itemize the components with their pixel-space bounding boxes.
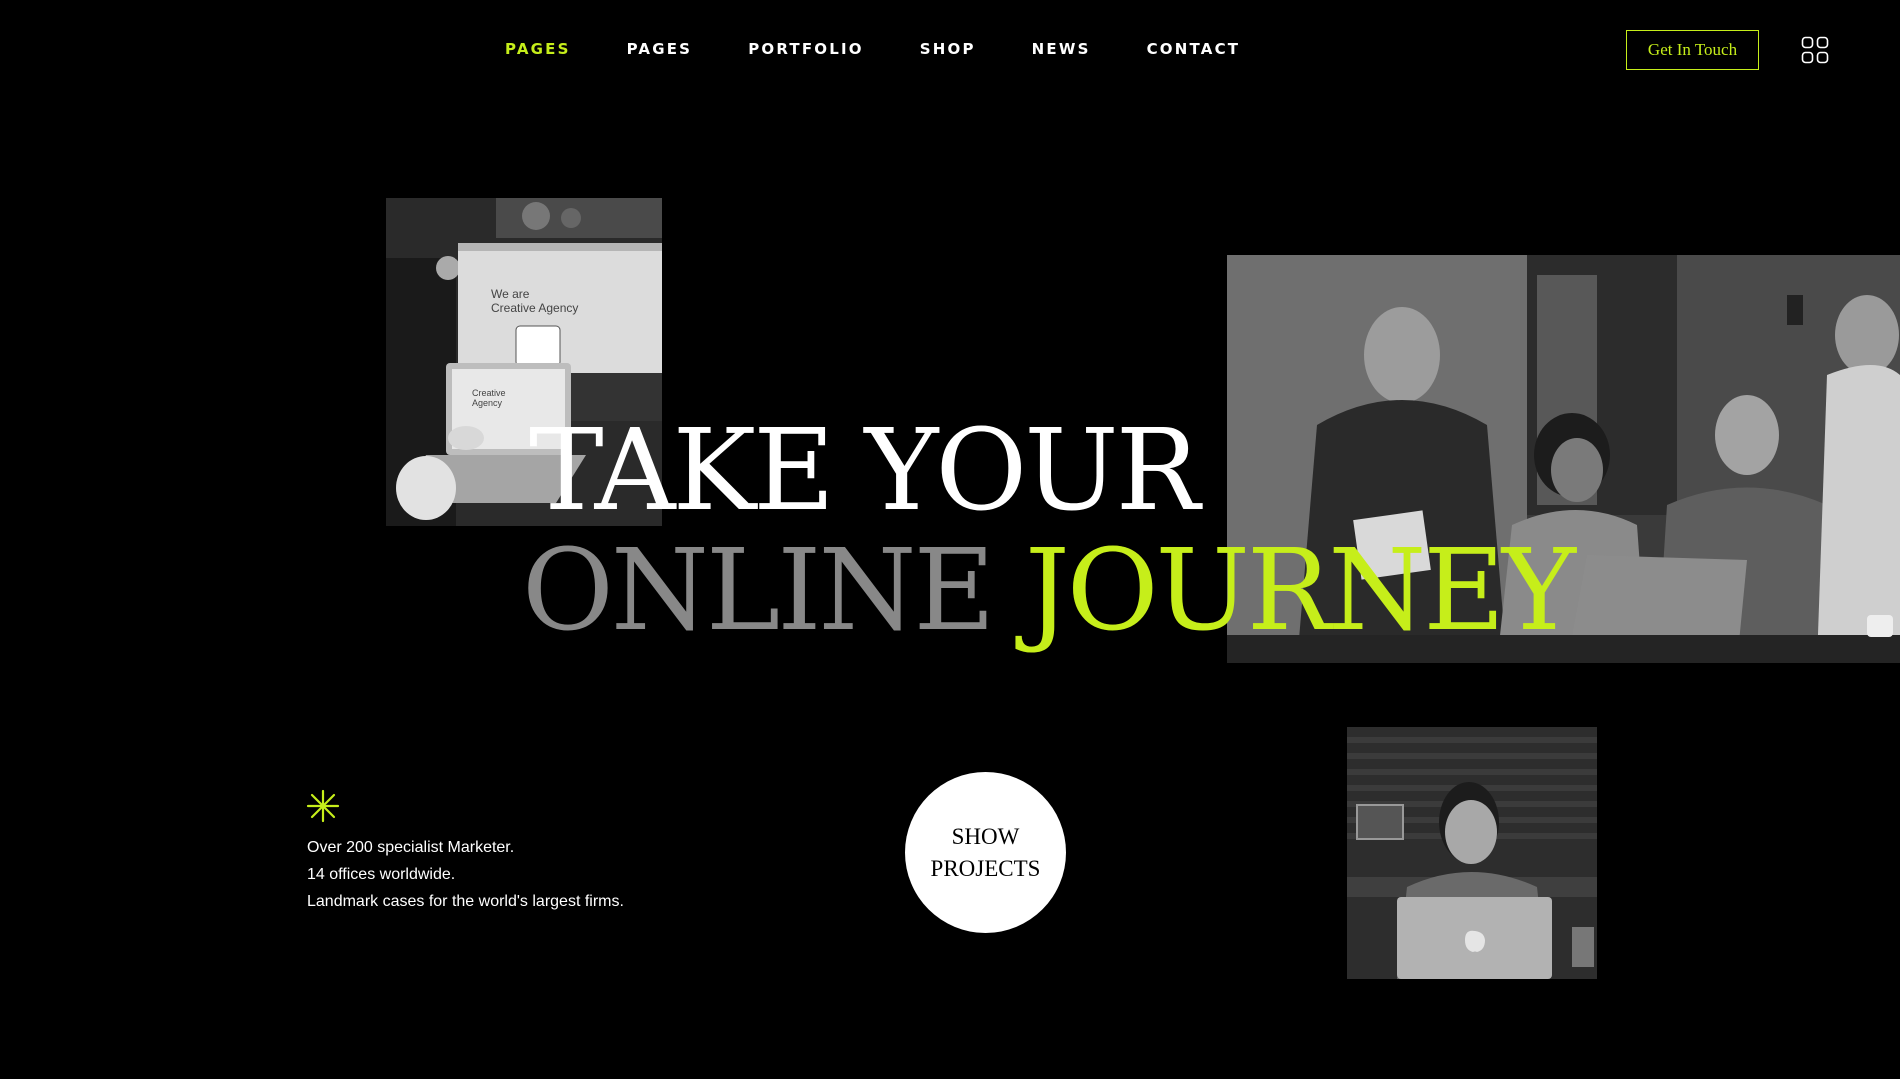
screen-text-1: We are [491,287,530,301]
laptop-small-text-1: Creative [472,388,506,398]
stat-line: Landmark cases for the world's largest f… [307,893,624,910]
man-with-laptop-photo [1347,727,1597,979]
nav-item-pages-2[interactable]: PAGES [627,40,693,58]
screen-text-2: Creative Agency [491,301,578,315]
stat-line: Over 200 specialist Marketer. [307,839,515,856]
laptop-small-text-2: Agency [472,398,503,408]
show-projects-line1: SHOW [951,823,1020,849]
hero-headline-line1: TAKE YOUR [529,406,1200,536]
hero-headline-muted: ONLINE [522,526,995,656]
nav-item-news[interactable]: NEWS [1032,40,1091,58]
nav-item-contact[interactable]: CONTACT [1147,40,1241,58]
get-in-touch-button[interactable]: Get In Touch [1626,30,1759,70]
hero-headline-line2: ONLINE JOURNEY [522,535,1576,647]
show-projects-button[interactable]: SHOW PROJECTS [905,772,1066,933]
stats-list: Over 200 specialist Marketer. 14 offices… [307,834,624,915]
nav-item-portfolio[interactable]: PORTFOLIO [748,40,864,58]
hero-headline-accent: JOURNEY [1024,526,1576,656]
stat-line: 14 offices worldwide. [307,866,456,883]
main-nav: PAGES PAGES PORTFOLIO SHOP NEWS CONTACT [505,40,1296,58]
nav-item-pages[interactable]: PAGES [505,40,571,58]
asterisk-icon [306,789,340,823]
show-projects-line2: PROJECTS [930,855,1041,881]
nav-item-shop[interactable]: SHOP [920,40,976,58]
grid-menu-icon[interactable] [1801,36,1829,64]
